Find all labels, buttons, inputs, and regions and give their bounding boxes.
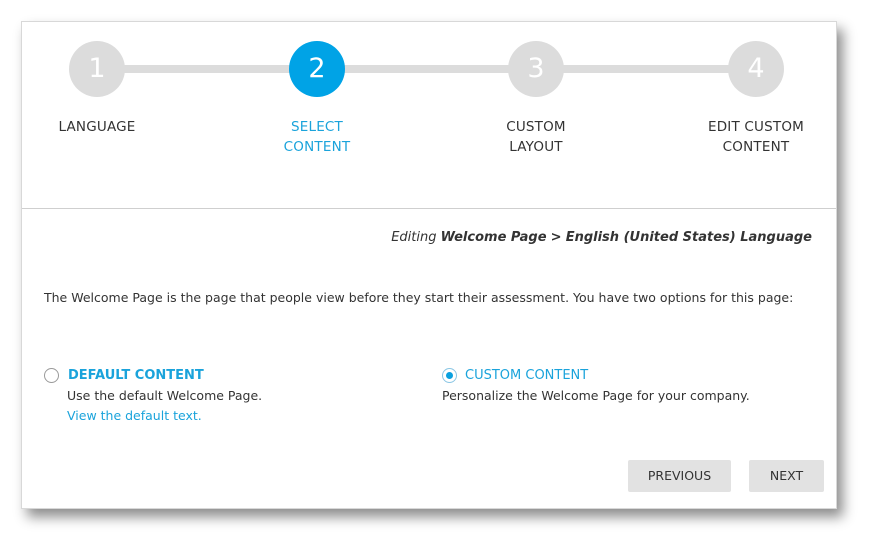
step-4-label-line1: EDIT CUSTOM — [707, 119, 805, 135]
step-3-label: CUSTOM LAYOUT — [461, 117, 611, 157]
step-3-circle[interactable]: 3 — [508, 41, 564, 97]
step-3-label-line1: CUSTOM — [506, 119, 566, 135]
step-2-circle[interactable]: 2 — [289, 41, 345, 97]
custom-content-title[interactable]: CUSTOM CONTENT — [465, 368, 588, 383]
editing-breadcrumb: Editing Welcome Page > English (United S… — [391, 230, 812, 245]
step-1-circle[interactable]: 1 — [69, 41, 125, 97]
editing-language: English (United States) Language — [565, 230, 812, 245]
default-content-radio[interactable] — [44, 368, 59, 383]
step-2-label-line2: CONTENT — [283, 139, 351, 155]
view-default-text-link[interactable]: View the default text. — [67, 408, 202, 423]
custom-content-radio[interactable] — [442, 368, 457, 383]
step-4-label-line2: CONTENT — [722, 139, 790, 155]
step-2-label-line1: SELECT — [290, 119, 344, 135]
editing-prefix: Editing — [391, 230, 437, 245]
intro-text: The Welcome Page is the page that people… — [44, 290, 794, 305]
section-divider — [22, 208, 836, 209]
editing-separator: > — [550, 230, 562, 245]
step-4-label: EDIT CUSTOM CONTENT — [681, 117, 831, 157]
default-content-title[interactable]: DEFAULT CONTENT — [68, 368, 204, 383]
step-1-label: LANGUAGE — [22, 117, 172, 137]
default-content-description: Use the default Welcome Page. — [67, 388, 263, 403]
step-1-label-line1: LANGUAGE — [58, 119, 136, 135]
step-4-circle[interactable]: 4 — [728, 41, 784, 97]
step-2-label: SELECT CONTENT — [242, 117, 392, 157]
custom-content-description: Personalize the Welcome Page for your co… — [442, 388, 750, 403]
step-3-label-line2: LAYOUT — [509, 139, 563, 155]
next-button[interactable]: NEXT — [749, 460, 824, 492]
previous-button[interactable]: PREVIOUS — [628, 460, 731, 492]
stepper-track — [97, 65, 757, 73]
wizard-card: 1 2 3 4 LANGUAGE SELECT CONTENT CUSTOM L… — [21, 21, 837, 509]
editing-page: Welcome Page — [440, 230, 547, 245]
